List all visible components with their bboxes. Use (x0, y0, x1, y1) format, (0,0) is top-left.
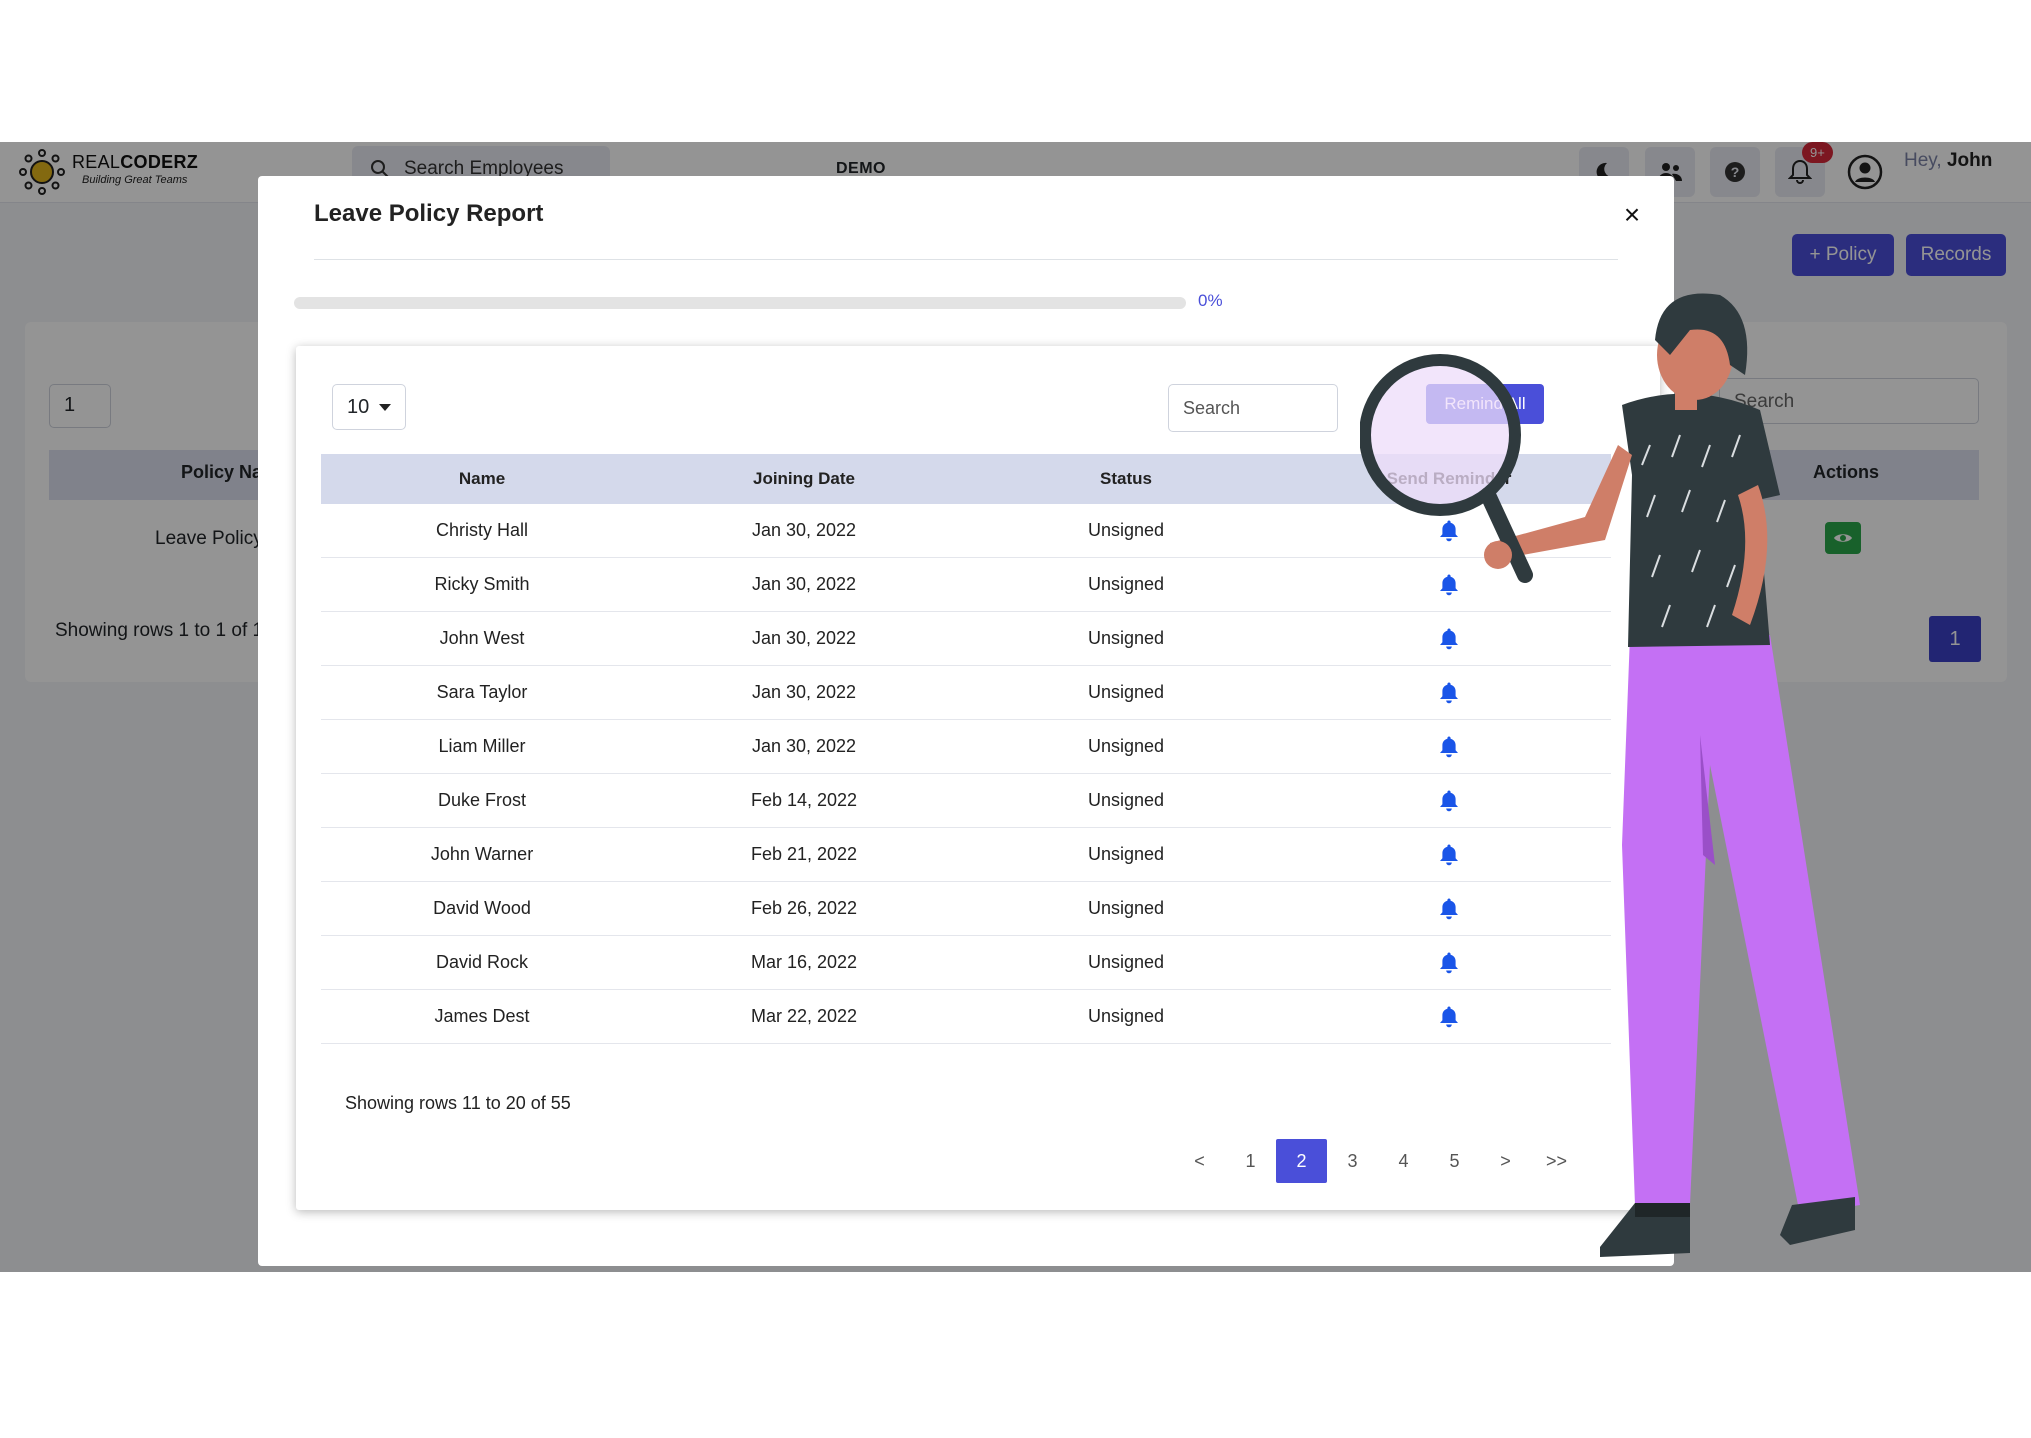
magnifier-lens (1365, 360, 1515, 510)
cell-status: Unsigned (965, 882, 1287, 935)
cell-joining-date: Jan 30, 2022 (643, 504, 965, 557)
cell-name: Liam Miller (321, 720, 643, 773)
cell-name: James Dest (321, 990, 643, 1043)
shoe-right (1780, 1197, 1855, 1245)
cell-status: Unsigned (965, 666, 1287, 719)
per-page-value: 10 (347, 396, 369, 419)
search-input[interactable] (1168, 384, 1338, 432)
cell-status: Unsigned (965, 720, 1287, 773)
cell-name: Sara Taylor (321, 666, 643, 719)
cell-status: Unsigned (965, 936, 1287, 989)
cell-status: Unsigned (965, 990, 1287, 1043)
per-page-select[interactable]: 10 (332, 384, 406, 430)
pants-shape (1622, 635, 1860, 1215)
cell-name: Duke Frost (321, 774, 643, 827)
progress-bar (294, 297, 1186, 309)
cell-joining-date: Jan 30, 2022 (643, 720, 965, 773)
cell-joining-date: Feb 21, 2022 (643, 828, 965, 881)
cell-name: David Wood (321, 882, 643, 935)
close-button[interactable]: × (1615, 198, 1649, 232)
cell-joining-date: Jan 30, 2022 (643, 666, 965, 719)
cell-status: Unsigned (965, 774, 1287, 827)
col-joining-date: Joining Date (643, 454, 965, 504)
col-status: Status (965, 454, 1287, 504)
cell-joining-date: Feb 26, 2022 (643, 882, 965, 935)
cell-status: Unsigned (965, 828, 1287, 881)
page-2-button[interactable]: 2 (1276, 1139, 1327, 1183)
cell-name: Christy Hall (321, 504, 643, 557)
col-name: Name (321, 454, 643, 504)
page-1-button[interactable]: 1 (1225, 1139, 1276, 1183)
cell-joining-date: Mar 22, 2022 (643, 990, 965, 1043)
cell-status: Unsigned (965, 612, 1287, 665)
cell-name: David Rock (321, 936, 643, 989)
cell-name: Ricky Smith (321, 558, 643, 611)
cell-joining-date: Mar 16, 2022 (643, 936, 965, 989)
cell-joining-date: Jan 30, 2022 (643, 558, 965, 611)
modal-title: Leave Policy Report (314, 200, 543, 228)
showing-text: Showing rows 11 to 20 of 55 (345, 1093, 571, 1114)
cell-name: John West (321, 612, 643, 665)
cell-name: John Warner (321, 828, 643, 881)
person-magnifier-illustration (1360, 285, 1960, 1285)
cell-status: Unsigned (965, 558, 1287, 611)
cell-status: Unsigned (965, 504, 1287, 557)
chevron-down-icon (379, 404, 391, 411)
page-prev-button[interactable]: < (1174, 1139, 1225, 1183)
progress-percent: 0% (1198, 291, 1223, 311)
cell-joining-date: Feb 14, 2022 (643, 774, 965, 827)
modal-divider (314, 259, 1618, 260)
cell-joining-date: Jan 30, 2022 (643, 612, 965, 665)
